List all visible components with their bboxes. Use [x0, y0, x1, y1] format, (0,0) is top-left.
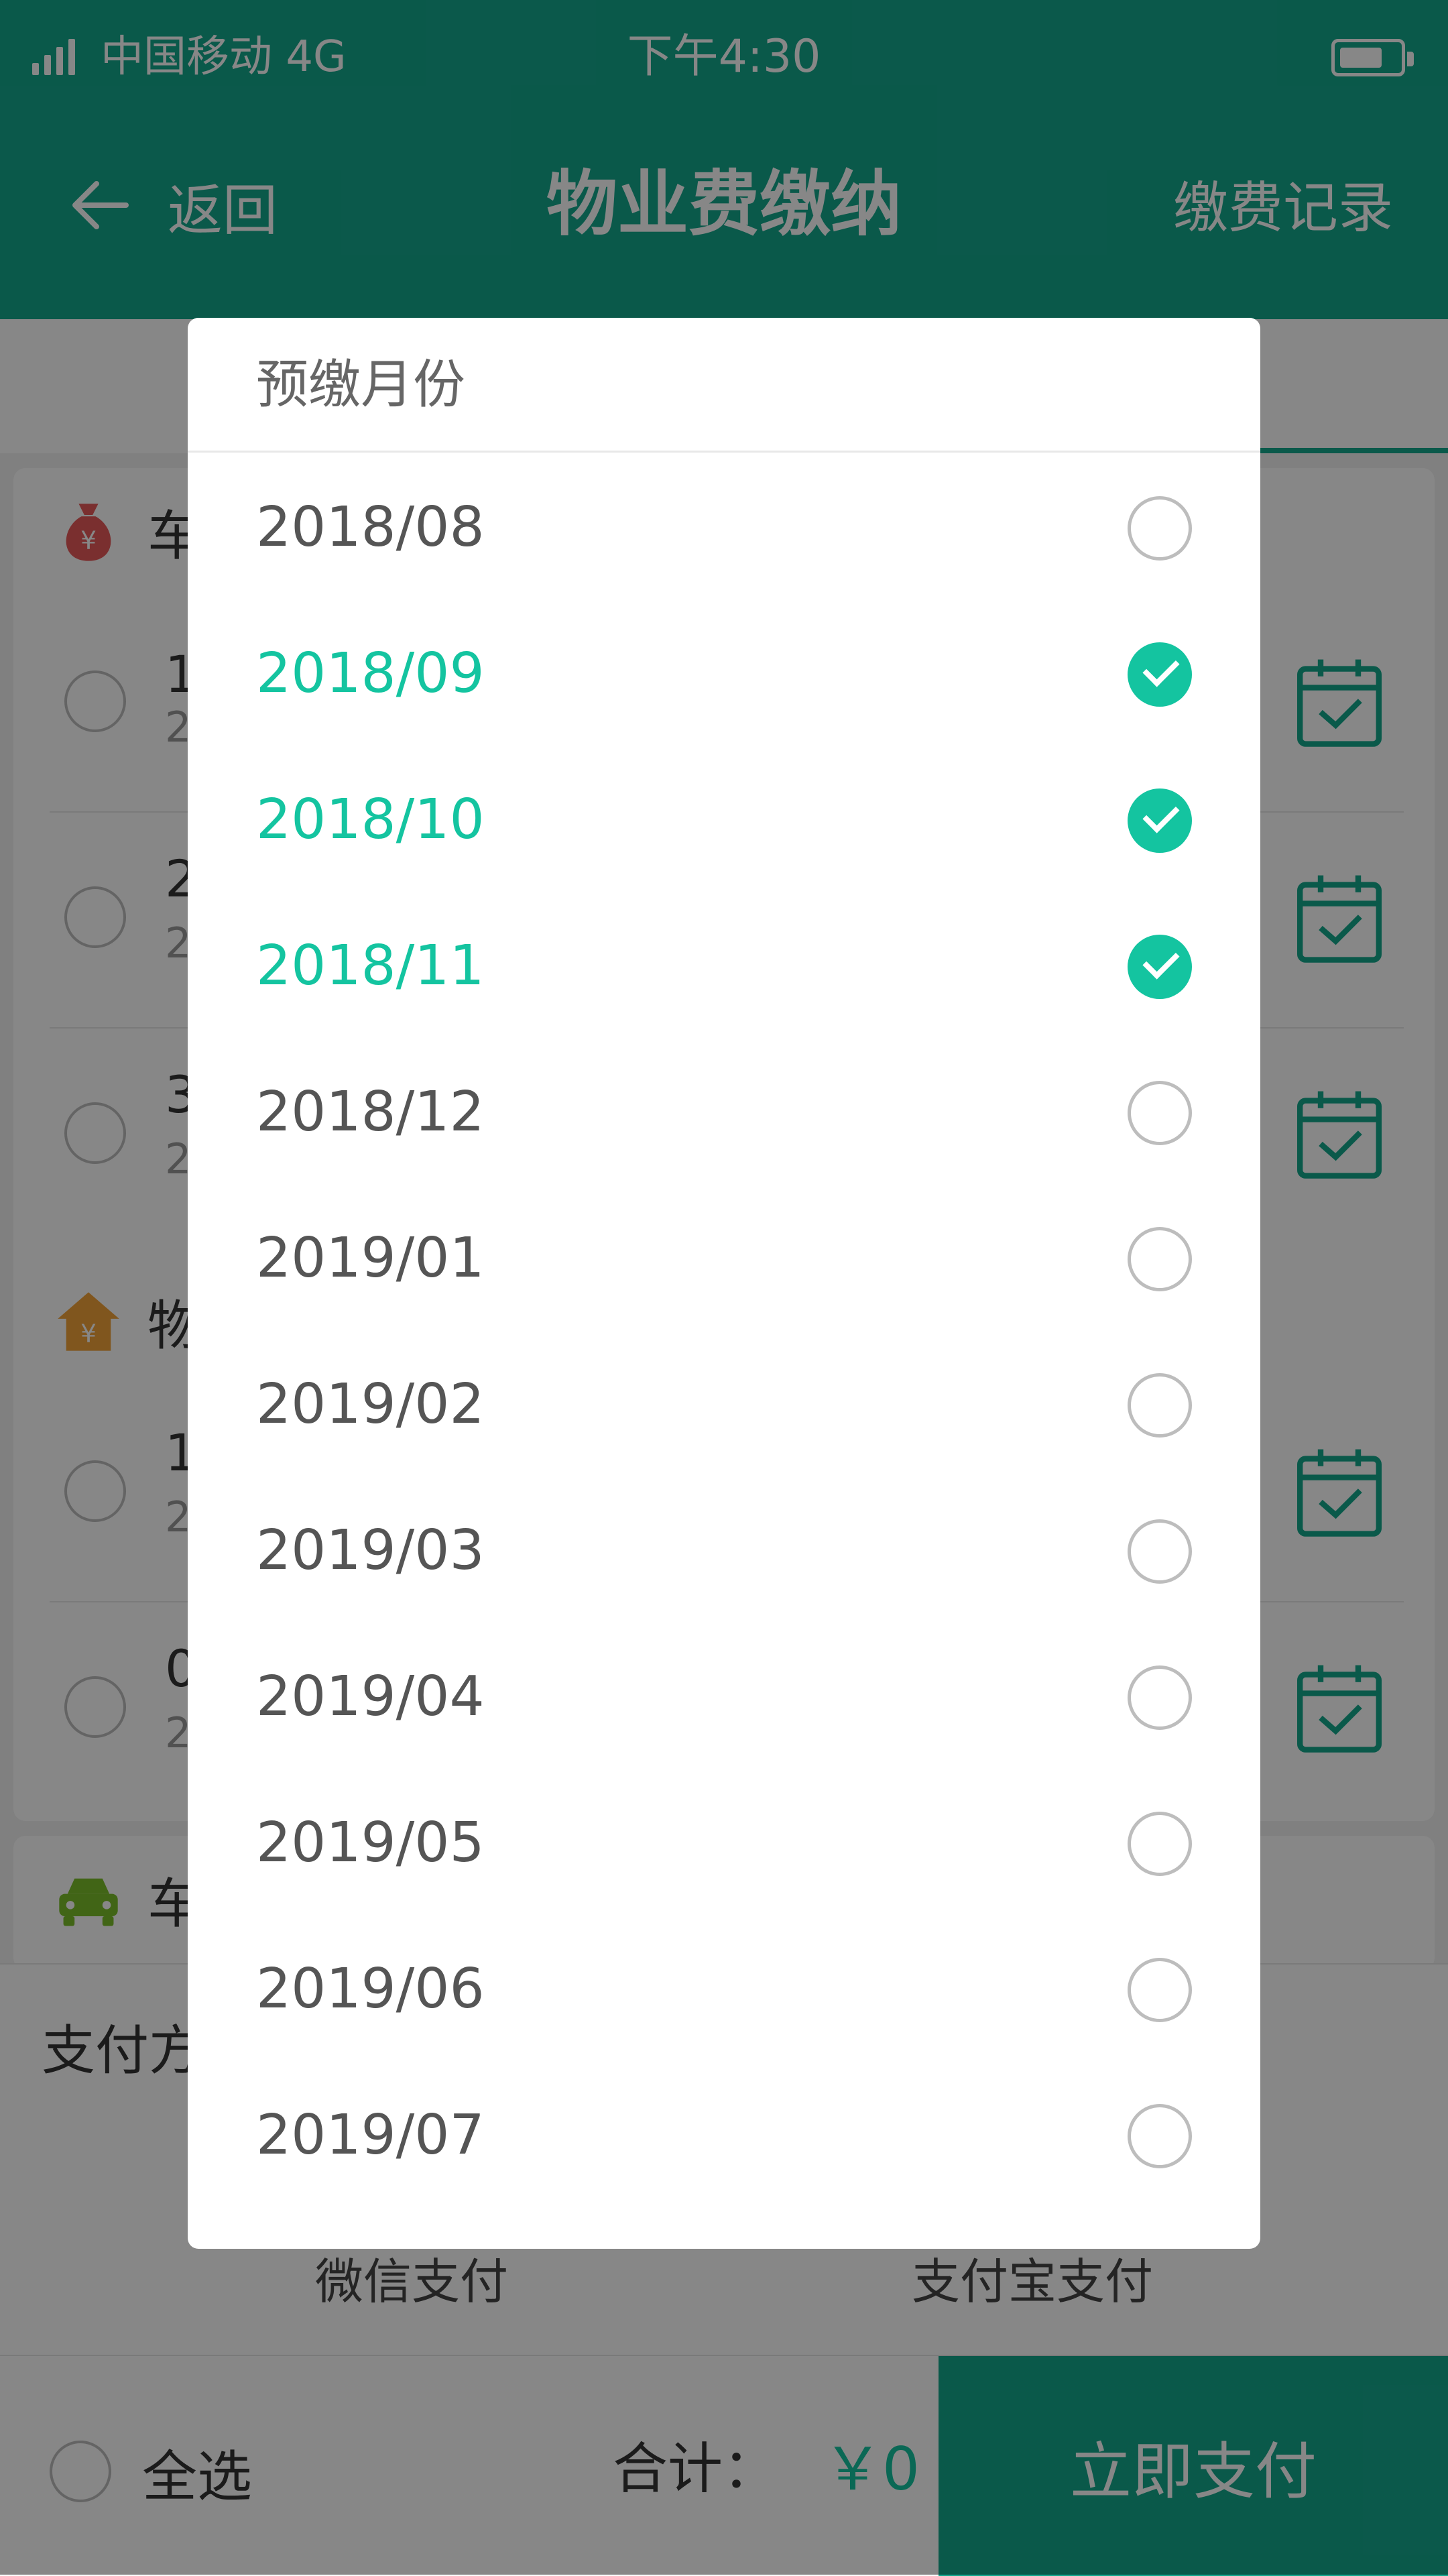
unchecked-circle-icon[interactable] — [1128, 1081, 1192, 1145]
month-label: 2019/04 — [256, 1665, 485, 1729]
month-label: 2019/05 — [256, 1811, 485, 1875]
prepay-month-dialog: 预缴月份 2018/08 2018/09 2018/10 2018/11 2018/12… — [188, 318, 1260, 2249]
checked-circle-icon[interactable] — [1128, 935, 1192, 999]
checked-circle-icon[interactable] — [1128, 788, 1192, 853]
unchecked-circle-icon[interactable] — [1128, 496, 1192, 561]
month-label: 2018/08 — [256, 495, 485, 559]
unchecked-circle-icon[interactable] — [1128, 1227, 1192, 1291]
month-label: 2019/01 — [256, 1226, 485, 1290]
unchecked-circle-icon[interactable] — [1128, 1373, 1192, 1438]
month-option[interactable]: 2019/05 — [188, 1770, 1260, 1916]
month-option[interactable]: 2018/11 — [188, 893, 1260, 1039]
month-label: 2018/10 — [256, 788, 485, 852]
month-label: 2019/03 — [256, 1519, 485, 1582]
month-option[interactable]: 2019/02 — [188, 1332, 1260, 1478]
month-label: 2019/02 — [256, 1372, 485, 1436]
unchecked-circle-icon[interactable] — [1128, 1665, 1192, 1730]
unchecked-circle-icon[interactable] — [1128, 1958, 1192, 2022]
month-label: 2018/11 — [256, 934, 485, 998]
month-option[interactable]: 2018/08 — [188, 455, 1260, 601]
month-label: 2019/07 — [256, 2103, 485, 2167]
month-option[interactable]: 2019/04 — [188, 1624, 1260, 1770]
app: 中国移动 4G 下午4:30 返回 物业费缴纳 缴费记录 ¥ 车 2 3 ¥ 物… — [0, 0, 1448, 2576]
unchecked-circle-icon[interactable] — [1128, 2104, 1192, 2168]
month-option[interactable]: 2018/09 — [188, 601, 1260, 747]
month-label: 2018/09 — [256, 642, 485, 705]
month-option[interactable]: 2018/12 — [188, 1039, 1260, 1185]
dialog-title: 预缴月份 — [256, 355, 466, 415]
month-label: 2018/12 — [256, 1080, 485, 1144]
dialog-divider — [188, 451, 1260, 453]
month-option[interactable]: 2019/06 — [188, 1916, 1260, 2062]
month-option[interactable]: 2019/07 — [188, 2062, 1260, 2209]
month-option[interactable]: 2018/10 — [188, 747, 1260, 893]
unchecked-circle-icon[interactable] — [1128, 1519, 1192, 1584]
month-list: 2018/08 2018/09 2018/10 2018/11 2018/12 2019/… — [188, 455, 1260, 2209]
unchecked-circle-icon[interactable] — [1128, 1812, 1192, 1876]
checked-circle-icon[interactable] — [1128, 642, 1192, 707]
month-label: 2019/06 — [256, 1957, 485, 2021]
month-option[interactable]: 2019/01 — [188, 1185, 1260, 1332]
month-option[interactable]: 2019/03 — [188, 1478, 1260, 1624]
